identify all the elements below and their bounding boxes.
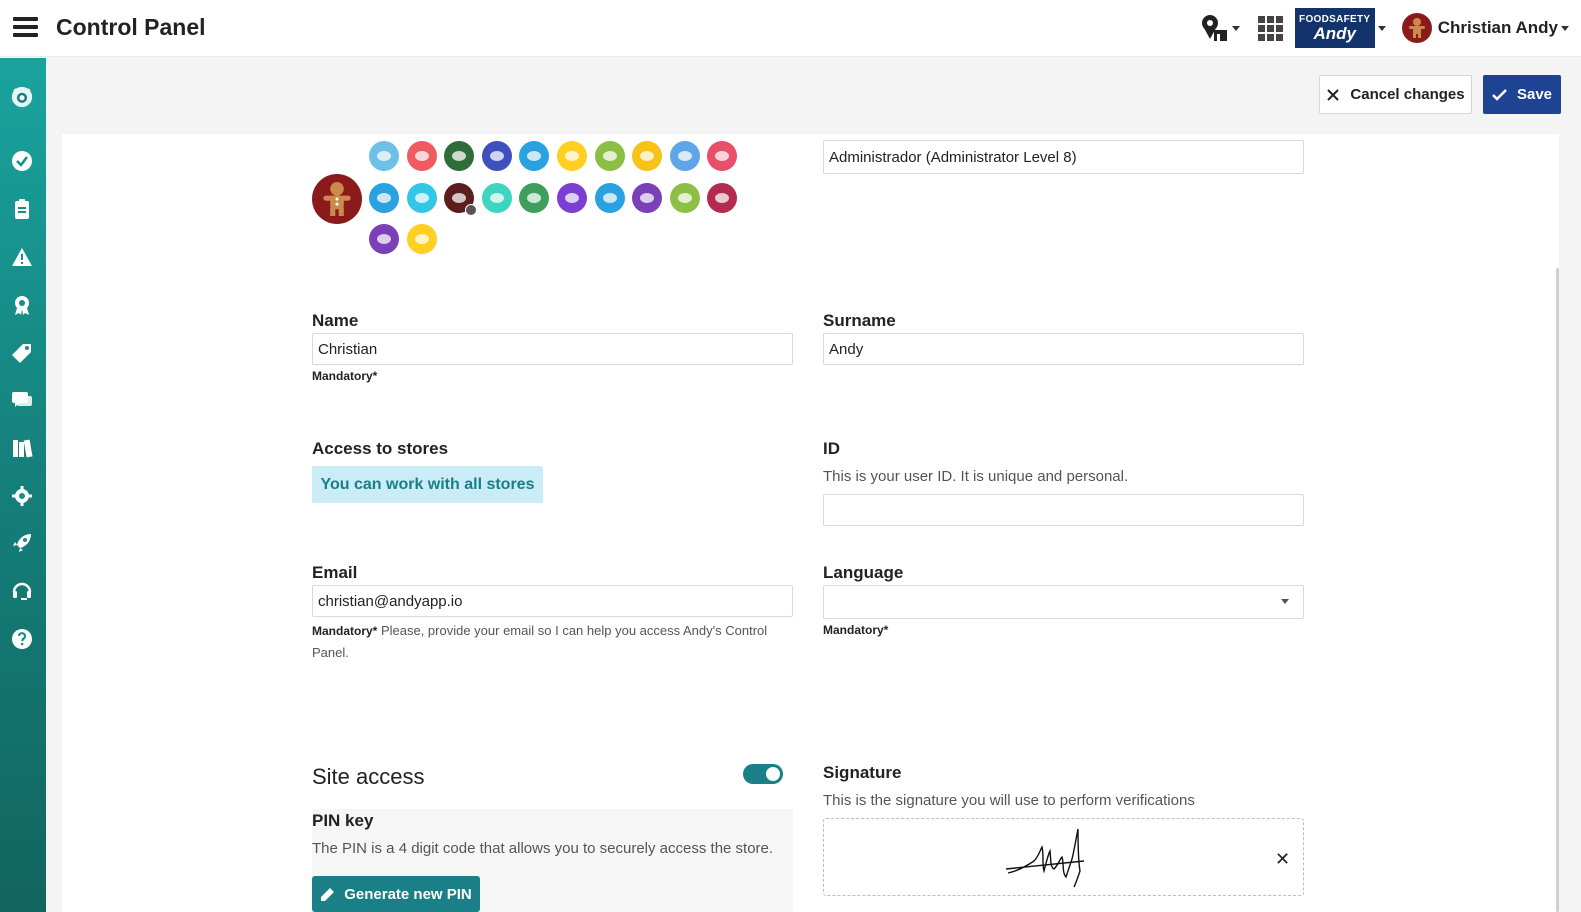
avatar-option[interactable] bbox=[369, 141, 399, 171]
chat-icon[interactable] bbox=[11, 389, 33, 411]
role-field[interactable] bbox=[823, 140, 1304, 174]
app-logo-icon[interactable] bbox=[11, 86, 33, 108]
avatar-option[interactable] bbox=[557, 141, 587, 171]
signature-description: This is the signature you will use to pe… bbox=[823, 792, 1195, 809]
language-label: Language bbox=[823, 563, 904, 582]
settings-icon[interactable] bbox=[11, 485, 33, 507]
top-bar: Control Panel FOODSAFETY Andy Christian … bbox=[0, 0, 1581, 57]
id-field[interactable] bbox=[823, 494, 1304, 526]
headset-icon[interactable] bbox=[11, 580, 33, 602]
id-description: This is your user ID. It is unique and p… bbox=[823, 468, 1129, 485]
close-icon bbox=[1327, 88, 1340, 101]
user-name: Christian Andy bbox=[1437, 18, 1558, 37]
gingerbread-icon bbox=[1408, 18, 1425, 38]
language-mandatory-hint: Mandatory* bbox=[823, 623, 889, 637]
avatar-option[interactable] bbox=[669, 183, 700, 213]
sidebar bbox=[0, 58, 46, 912]
name-label: Name bbox=[312, 311, 359, 330]
top-right-controls: FOODSAFETY Andy Christian Andy bbox=[1199, 8, 1581, 48]
menu-icon[interactable] bbox=[13, 17, 38, 38]
chevron-down-icon[interactable] bbox=[1377, 25, 1386, 31]
chevron-down-icon bbox=[1281, 599, 1289, 604]
avatar-option[interactable] bbox=[369, 183, 399, 213]
name-mandatory-hint: Mandatory* bbox=[312, 369, 378, 383]
profile-card bbox=[62, 134, 1559, 912]
check-icon[interactable] bbox=[11, 150, 33, 172]
avatar-option[interactable] bbox=[632, 141, 663, 171]
help-icon[interactable] bbox=[11, 628, 33, 650]
chevron-down-icon bbox=[1561, 25, 1569, 31]
language-select[interactable] bbox=[823, 585, 1304, 619]
chevron-down-icon bbox=[1231, 25, 1240, 31]
pin-description: The PIN is a 4 digit code that allows yo… bbox=[312, 840, 774, 857]
signature-label: Signature bbox=[823, 763, 902, 782]
apps-grid-icon[interactable] bbox=[1257, 15, 1283, 41]
email-field[interactable] bbox=[312, 585, 793, 617]
stores-access-badge: You can work with all stores bbox=[312, 466, 543, 503]
name-field[interactable] bbox=[312, 333, 793, 365]
pin-title: PIN key bbox=[312, 811, 374, 830]
avatar-option[interactable] bbox=[557, 183, 587, 213]
signature-box[interactable]: ✕ bbox=[823, 818, 1304, 896]
app-title: Control Panel bbox=[56, 14, 206, 40]
save-button[interactable]: Save bbox=[1483, 75, 1561, 114]
site-access-title: Site access bbox=[312, 764, 425, 789]
scrollbar[interactable] bbox=[1556, 268, 1559, 912]
user-menu[interactable]: Christian Andy bbox=[1392, 13, 1569, 43]
pencil-icon bbox=[321, 887, 335, 901]
stores-label: Access to stores bbox=[312, 439, 449, 458]
book-icon[interactable] bbox=[11, 437, 33, 459]
avatar-option[interactable] bbox=[406, 224, 437, 254]
avatar-option[interactable] bbox=[406, 141, 437, 171]
avatar-option[interactable] bbox=[481, 183, 512, 213]
avatar-option[interactable] bbox=[406, 183, 437, 213]
check-icon bbox=[1492, 88, 1507, 101]
award-icon[interactable] bbox=[11, 294, 33, 316]
avatar-option[interactable] bbox=[669, 141, 700, 171]
site-access-toggle[interactable] bbox=[743, 764, 783, 784]
cancel-changes-button[interactable]: Cancel changes bbox=[1319, 75, 1472, 114]
location-dropdown[interactable] bbox=[1199, 13, 1240, 43]
id-label: ID bbox=[823, 439, 840, 458]
surname-field[interactable] bbox=[823, 333, 1304, 365]
avatar-option[interactable] bbox=[444, 141, 475, 171]
avatar-option[interactable] bbox=[481, 141, 512, 171]
brand-logo[interactable]: FOODSAFETY Andy bbox=[1294, 8, 1375, 48]
gingerbread-icon bbox=[323, 182, 351, 216]
clipboard-icon[interactable] bbox=[11, 198, 33, 220]
generate-pin-button[interactable]: Generate new PIN bbox=[312, 876, 480, 912]
avatar-option[interactable] bbox=[444, 183, 478, 216]
avatar-option[interactable] bbox=[632, 183, 663, 213]
clear-signature-icon[interactable]: ✕ bbox=[1275, 849, 1290, 870]
email-label: Email bbox=[312, 563, 358, 582]
tag-icon[interactable] bbox=[11, 342, 33, 364]
avatar bbox=[1401, 13, 1432, 43]
avatar-option[interactable] bbox=[594, 183, 625, 213]
selected-avatar bbox=[312, 174, 362, 224]
store-location-icon bbox=[1201, 15, 1227, 41]
action-bar: Cancel changes Save bbox=[46, 58, 1581, 134]
signature-drawing bbox=[1005, 828, 1085, 888]
email-hint: Mandatory* Please, provide your email so… bbox=[312, 623, 768, 660]
avatar-option[interactable] bbox=[594, 141, 625, 171]
warning-icon[interactable] bbox=[11, 246, 33, 268]
surname-label: Surname bbox=[823, 311, 896, 330]
avatar-option[interactable] bbox=[369, 224, 399, 254]
rocket-icon[interactable] bbox=[11, 532, 33, 554]
